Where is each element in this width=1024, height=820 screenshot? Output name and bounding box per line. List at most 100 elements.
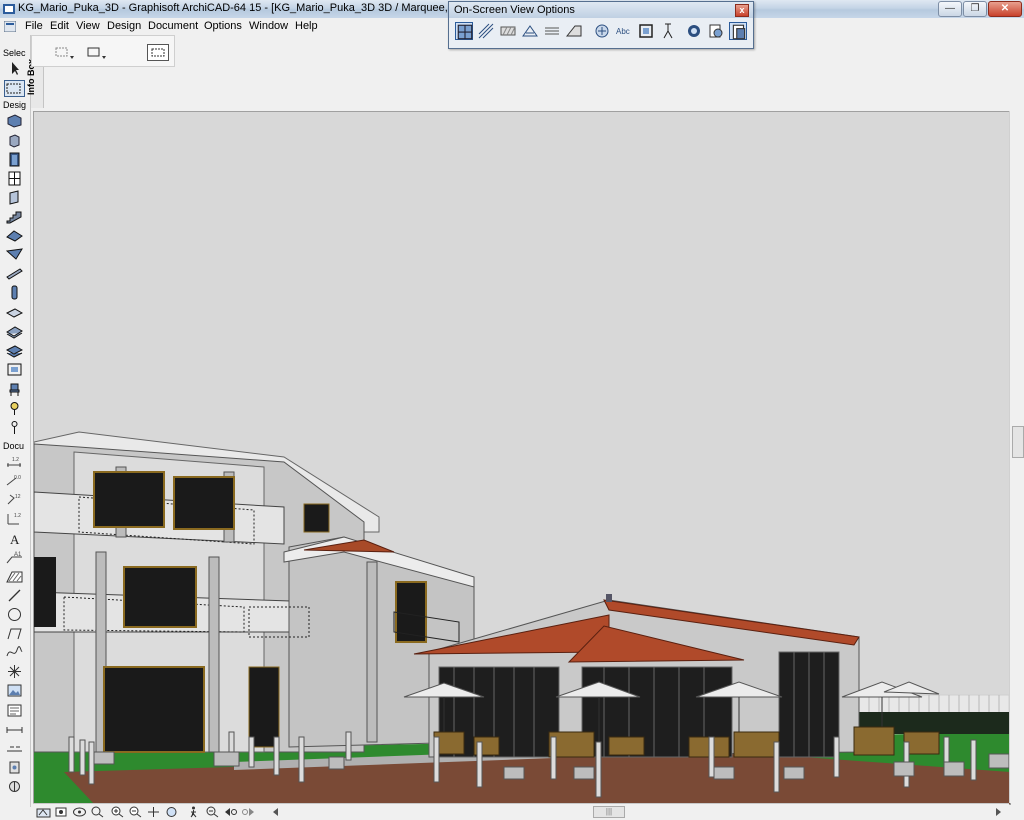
ghost-story-icon[interactable]	[729, 22, 747, 40]
home-view-icon[interactable]	[36, 806, 51, 818]
fill-pattern-icon[interactable]	[499, 22, 517, 40]
circle-tool-icon[interactable]	[6, 607, 23, 622]
orbit-icon[interactable]	[72, 806, 87, 818]
dimension-tool-icon[interactable]: 1.2	[6, 454, 23, 469]
vertical-scrollbar[interactable]	[1009, 111, 1024, 803]
door-tool-icon[interactable]	[6, 152, 23, 167]
worksheet-tool-icon[interactable]	[6, 760, 23, 775]
marquee-rectangle-icon	[151, 48, 165, 57]
fill-tool-icon[interactable]	[6, 569, 23, 584]
menu-help[interactable]: Help	[295, 20, 318, 32]
angle-dimension-icon[interactable]: 1.2	[6, 511, 23, 526]
menu-document[interactable]: Document	[148, 20, 198, 32]
archicad-app-icon	[3, 4, 15, 14]
next-view-icon[interactable]	[241, 806, 256, 818]
svg-text:12: 12	[15, 494, 21, 500]
hatch-icon[interactable]	[593, 22, 611, 40]
spline-tool-icon[interactable]	[6, 645, 23, 660]
camera-view-icon[interactable]	[54, 806, 69, 818]
polyline-tool-icon[interactable]	[6, 626, 23, 641]
slab-tool-icon[interactable]	[6, 305, 23, 320]
svg-text:A1: A1	[14, 552, 22, 558]
scroll-left-arrow-icon[interactable]	[268, 806, 283, 818]
slope-icon[interactable]	[565, 22, 583, 40]
toolbox-palette: Selec Desig Docu 1.2 0.0 12 1.2 A A1	[0, 35, 31, 807]
mesh-tool-icon[interactable]	[6, 324, 23, 339]
select-section-label: Selec	[3, 48, 26, 58]
zone-tool-icon[interactable]	[6, 362, 23, 377]
minimize-button[interactable]: —	[938, 1, 962, 17]
document-icon[interactable]	[4, 21, 16, 32]
zone-stamp-icon[interactable]	[521, 22, 539, 40]
palette-close-button[interactable]: x	[735, 4, 749, 17]
scroll-right-arrow-icon[interactable]	[991, 806, 1006, 818]
marquee-shape-button[interactable]	[147, 44, 169, 61]
figure-walk-icon[interactable]	[659, 22, 677, 40]
menu-design[interactable]: Design	[107, 20, 141, 32]
3d-model-render	[34, 112, 1010, 804]
scale-frame-icon[interactable]	[637, 22, 655, 40]
camera-tool-icon[interactable]	[6, 420, 23, 435]
navigation-bar: |||	[33, 803, 1009, 820]
close-button[interactable]: ✕	[988, 1, 1022, 17]
window-title: KG_Mario_Puka_3D - Graphisoft ArchiCAD-6…	[18, 2, 503, 14]
reference-icon[interactable]	[707, 22, 725, 40]
column-tool-icon[interactable]	[6, 133, 23, 148]
stair-lines-icon[interactable]	[477, 22, 495, 40]
trace-icon[interactable]	[685, 22, 703, 40]
text-tool-icon[interactable]: A	[6, 531, 23, 546]
menu-options[interactable]: Options	[204, 20, 242, 32]
level-dimension-icon[interactable]: 0.0	[6, 473, 23, 488]
window-tool-icon[interactable]	[6, 171, 23, 186]
column-round-tool-icon[interactable]	[6, 285, 23, 300]
menu-file[interactable]: File	[25, 20, 43, 32]
3d-viewport[interactable]	[33, 111, 1011, 805]
walk-icon[interactable]	[186, 806, 201, 818]
object-tool-icon[interactable]	[6, 382, 23, 397]
text-label-icon[interactable]: Abc	[615, 22, 633, 40]
beam-tool-icon[interactable]	[6, 266, 23, 281]
fit-in-window-icon[interactable]	[205, 806, 220, 818]
marquee-single-story-icon[interactable]	[54, 46, 76, 60]
design-section-label: Desig	[3, 100, 27, 110]
section-tool-icon[interactable]	[6, 722, 23, 737]
skylight-tool-icon[interactable]	[6, 190, 23, 205]
line-tool-icon[interactable]	[6, 588, 23, 603]
cutaway-icon[interactable]	[455, 22, 473, 40]
zoom-out-icon[interactable]	[128, 806, 143, 818]
figure-tool-icon[interactable]	[6, 683, 23, 698]
curtain-wall-tool-icon[interactable]	[6, 343, 23, 358]
palette-header[interactable]: On-Screen View Options x	[449, 2, 753, 18]
drawing-tool-icon[interactable]	[6, 703, 23, 718]
svg-text:A: A	[10, 532, 20, 546]
zoom-in-icon[interactable]	[110, 806, 125, 818]
previous-view-icon[interactable]	[223, 806, 238, 818]
vertical-scroll-thumb[interactable]	[1012, 426, 1024, 458]
hotspot-tool-icon[interactable]	[6, 664, 23, 679]
explore-icon[interactable]	[164, 806, 179, 818]
roof-tool-icon[interactable]	[6, 228, 23, 243]
zoom-extents-icon[interactable]	[90, 806, 105, 818]
marquee-tool-icon[interactable]	[4, 80, 25, 97]
svg-text:1.2: 1.2	[14, 513, 21, 519]
horizontal-scroll-thumb[interactable]: |||	[593, 806, 625, 818]
section-marker-icon[interactable]	[543, 22, 561, 40]
stair-tool-icon[interactable]	[6, 209, 23, 224]
restore-button[interactable]: ❐	[963, 1, 987, 17]
detail-tool-icon[interactable]	[6, 779, 23, 794]
menu-view[interactable]: View	[76, 20, 100, 32]
label-tool-icon[interactable]: A1	[6, 550, 23, 565]
menu-edit[interactable]: Edit	[50, 20, 69, 32]
lamp-tool-icon[interactable]	[6, 401, 23, 416]
arrow-tool-icon[interactable]	[6, 61, 23, 76]
shell-tool-icon[interactable]	[6, 247, 23, 262]
wall-tool-icon[interactable]	[6, 113, 23, 128]
marquee-all-stories-icon[interactable]	[86, 46, 108, 60]
elevation-tool-icon[interactable]	[6, 741, 23, 756]
palette-title: On-Screen View Options	[454, 4, 575, 16]
svg-text:0.0: 0.0	[14, 475, 21, 481]
radial-dimension-icon[interactable]: 12	[6, 492, 23, 507]
menu-window[interactable]: Window	[249, 20, 288, 32]
document-section-label: Docu	[3, 441, 25, 451]
pan-icon[interactable]	[146, 806, 161, 818]
